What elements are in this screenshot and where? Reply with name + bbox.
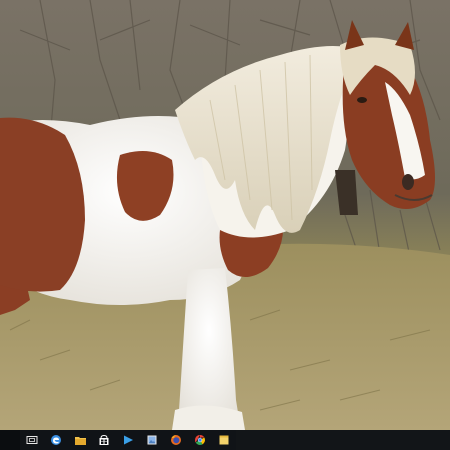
- desktop-wallpaper: [0, 0, 450, 430]
- desktop: [0, 0, 450, 450]
- folder-icon: [74, 436, 86, 445]
- file-explorer-button[interactable]: [68, 430, 92, 450]
- image-viewer-icon: [147, 435, 157, 445]
- sticky-note-icon: [219, 435, 229, 445]
- task-view-button[interactable]: [20, 430, 44, 450]
- firefox-icon: [171, 435, 181, 445]
- store-icon: [99, 434, 109, 445]
- notes-button[interactable]: [212, 430, 236, 450]
- edge-icon: [51, 435, 61, 445]
- chrome-button[interactable]: [188, 430, 212, 450]
- taskbar-tray-area: [236, 430, 450, 450]
- firefox-button[interactable]: [164, 430, 188, 450]
- task-view-icon: [26, 436, 38, 444]
- edge-button[interactable]: [44, 430, 68, 450]
- store-button[interactable]: [92, 430, 116, 450]
- start-button[interactable]: [0, 430, 20, 450]
- photos-button[interactable]: [140, 430, 164, 450]
- chrome-icon: [195, 435, 205, 445]
- media-player-button[interactable]: [116, 430, 140, 450]
- play-icon: [124, 435, 133, 445]
- taskbar: [0, 430, 450, 450]
